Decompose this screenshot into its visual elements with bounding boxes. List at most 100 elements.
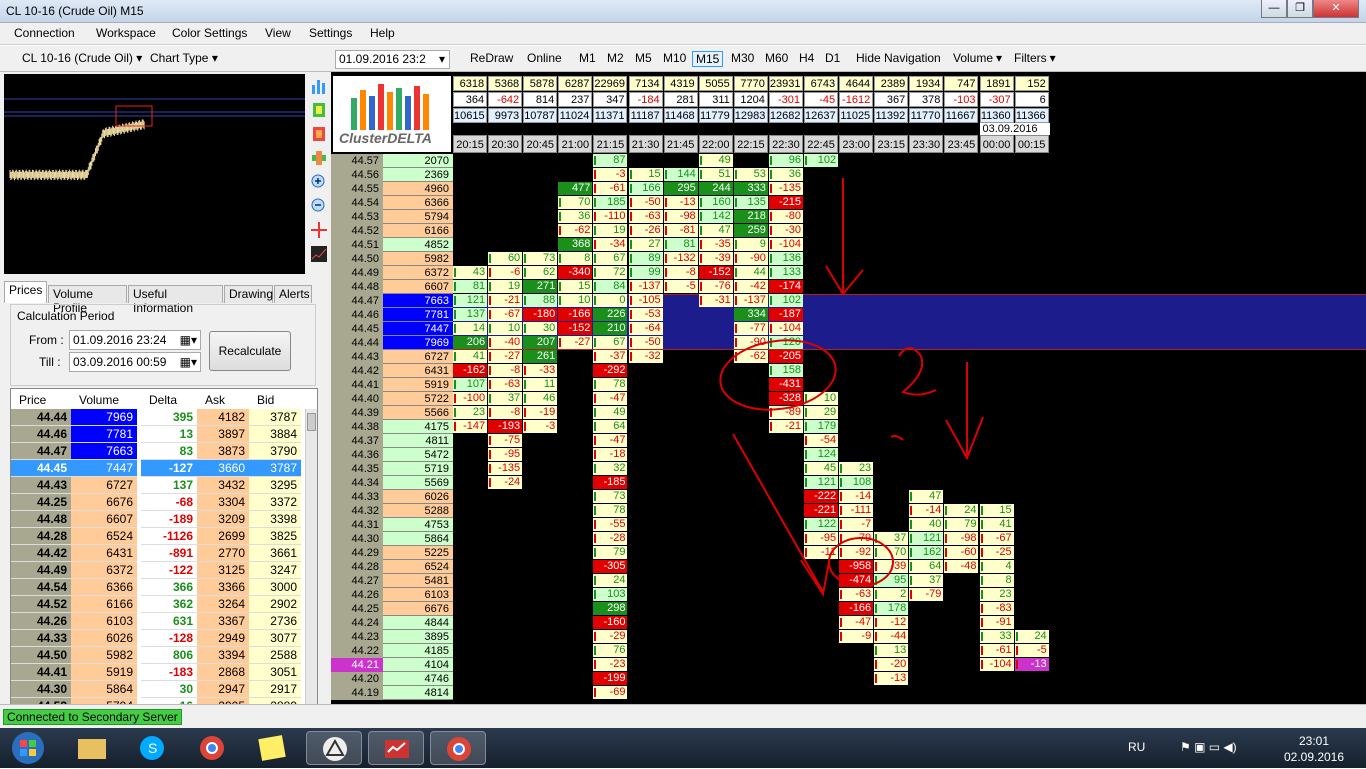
menu-color-settings[interactable]: Color Settings: [172, 26, 247, 40]
toolbar-button-m5[interactable]: M5: [635, 51, 652, 65]
price-cell: 44.30: [11, 681, 71, 698]
table-row[interactable]: 44.49 6372 -122 3125 3247: [11, 562, 306, 579]
recalculate-button[interactable]: Recalculate: [209, 331, 291, 371]
volume-cell: 6727: [71, 477, 137, 494]
toolbar-button-filters[interactable]: Filters ▾: [1014, 51, 1056, 65]
ask-cell: 3264: [197, 596, 249, 613]
from-date-field[interactable]: 01.09.2016 23:24 ▦▾: [69, 330, 201, 350]
column-header-volume[interactable]: Volume: [79, 393, 119, 407]
toolbar-button-volume[interactable]: Volume ▾: [953, 51, 1002, 65]
table-row[interactable]: 44.45 7447 -127 3660 3787: [11, 460, 306, 477]
table-row[interactable]: 44.50 5982 806 3394 2588: [11, 647, 306, 664]
ask-cell: 2868: [197, 664, 249, 681]
delta-cell: -1126: [141, 528, 197, 545]
panel-tab-prices[interactable]: Prices: [4, 281, 47, 303]
panel-tab-volume-profile[interactable]: Volume Profile: [48, 285, 127, 315]
crosshair-icon[interactable]: [310, 221, 328, 239]
toolbar-button-redraw[interactable]: ReDraw: [470, 51, 513, 65]
chart-type-dropdown[interactable]: Chart Type ▾: [150, 51, 218, 65]
chrome-icon[interactable]: [184, 731, 240, 765]
toolbar-button-m2[interactable]: M2: [607, 51, 624, 65]
table-row[interactable]: 44.41 5919 -183 2868 3051: [11, 664, 306, 681]
column-header-ask[interactable]: Ask: [205, 393, 225, 407]
column-header-bid[interactable]: Bid: [257, 393, 274, 407]
tray-icons[interactable]: ⚑ ▣ ▭ ◀): [1180, 740, 1280, 756]
language-indicator[interactable]: RU: [1128, 740, 1145, 754]
panel-tabs: Prices Volume Profile Useful Information Dr…: [4, 281, 314, 315]
menu-help[interactable]: Help: [370, 26, 395, 40]
cluster-red-icon[interactable]: [310, 125, 328, 143]
bid-cell: 3295: [249, 477, 301, 494]
table-row[interactable]: 44.48 6607 -189 3209 3398: [11, 511, 306, 528]
zoom-out-icon[interactable]: [310, 197, 328, 215]
table-row[interactable]: 44.47 7663 83 3873 3790: [11, 443, 306, 460]
menu-connection[interactable]: Connection: [14, 26, 75, 40]
column-header-price[interactable]: Price: [19, 393, 46, 407]
toolbar-button-h4[interactable]: H4: [799, 51, 814, 65]
delta-cell: -68: [141, 494, 197, 511]
red-annotations: [719, 178, 984, 597]
clock-time[interactable]: 23:01: [1279, 734, 1349, 748]
scroll-thumb[interactable]: [307, 413, 316, 431]
panel-tab-useful-information[interactable]: Useful Information: [128, 285, 223, 315]
till-date-field[interactable]: 03.09.2016 00:59 ▦▾: [69, 352, 201, 372]
clusterdelta-app-icon[interactable]: [368, 731, 424, 765]
close-button[interactable]: ✕: [1313, 0, 1359, 18]
cluster-chart-area[interactable]: ClusterDELTA 44.57 2070 44.56 2369 44.55 4960…: [331, 72, 1366, 704]
bar-chart-icon[interactable]: [310, 77, 328, 95]
panel-tab-alerts[interactable]: Alerts: [274, 285, 312, 303]
clock-date[interactable]: 02.09.2016: [1279, 750, 1349, 764]
table-row[interactable]: 44.46 7781 13 3897 3884: [11, 426, 306, 443]
price-cell: 44.42: [11, 545, 71, 562]
toolbar-button-label: D1: [825, 51, 841, 65]
explorer-icon[interactable]: [64, 731, 120, 765]
instrument-dropdown[interactable]: CL 10-16 (Crude Oil) ▾: [22, 51, 142, 65]
menu-settings[interactable]: Settings: [309, 26, 352, 40]
toolbar-button-m15[interactable]: M15: [692, 51, 724, 67]
menu-view[interactable]: View: [265, 26, 291, 40]
table-row[interactable]: 44.25 6676 -68 3304 3372: [11, 494, 306, 511]
taskbar: S RU ⚑ ▣ ▭ ◀) 23:01 02.09.2016: [0, 728, 1366, 768]
triangle-app-icon[interactable]: [306, 731, 362, 765]
table-row[interactable]: 44.42 6431 -891 2770 3661: [11, 545, 306, 562]
cluster-green-icon[interactable]: [310, 101, 328, 119]
mini-chart[interactable]: [4, 74, 305, 274]
table-row[interactable]: 44.54 6366 366 3366 3000: [11, 579, 306, 596]
chrome-icon-2[interactable]: [430, 731, 486, 765]
volume-cell: 5864: [71, 681, 137, 698]
mini-chart-icon[interactable]: [310, 245, 328, 263]
start-button-icon[interactable]: [8, 728, 48, 768]
zoom-in-icon[interactable]: [310, 173, 328, 191]
table-row[interactable]: 44.44 7969 395 4182 3787: [11, 409, 306, 426]
toolbar-button-d1[interactable]: D1: [825, 51, 840, 65]
ask-cell: 3125: [197, 562, 249, 579]
ask-cell: 2949: [197, 630, 249, 647]
toolbar-button-online[interactable]: Online: [527, 51, 562, 65]
cluster-cross-icon[interactable]: [310, 149, 328, 167]
toolbar-button-hide-navigation[interactable]: Hide Navigation: [856, 51, 941, 65]
minimize-button[interactable]: —: [1261, 0, 1287, 18]
table-row[interactable]: 44.52 6166 362 3264 2902: [11, 596, 306, 613]
table-row[interactable]: 44.43 6727 137 3432 3295: [11, 477, 306, 494]
toolbar-button-m60[interactable]: M60: [765, 51, 788, 65]
volume-cell: 5919: [71, 664, 137, 681]
table-row[interactable]: 44.26 6103 631 3367 2736: [11, 613, 306, 630]
panel-tab-drawing[interactable]: Drawing: [224, 285, 273, 303]
toolbar-button-m30[interactable]: M30: [731, 51, 754, 65]
datetime-picker[interactable]: 01.09.2016 23:2 ▾: [335, 50, 450, 69]
toolbar-button-m1[interactable]: M1: [579, 51, 596, 65]
delta-cell: 362: [141, 596, 197, 613]
table-row[interactable]: 44.28 6524 -1126 2699 3825: [11, 528, 306, 545]
table-row[interactable]: 44.30 5864 30 2947 2917: [11, 681, 306, 698]
column-header-delta[interactable]: Delta: [149, 393, 177, 407]
ask-cell: 3432: [197, 477, 249, 494]
toolbar-button-label: Filters: [1014, 51, 1047, 65]
maximize-button[interactable]: ❐: [1287, 0, 1313, 18]
table-row[interactable]: 44.33 6026 -128 2949 3077: [11, 630, 306, 647]
calendar-icon: ▦▾: [179, 355, 197, 369]
sticky-notes-icon[interactable]: [244, 731, 300, 765]
skype-icon[interactable]: S: [124, 731, 180, 765]
menu-workspace[interactable]: Workspace: [96, 26, 156, 40]
toolbar-button-m10[interactable]: M10: [663, 51, 686, 65]
delta-cell: 83: [141, 443, 197, 460]
